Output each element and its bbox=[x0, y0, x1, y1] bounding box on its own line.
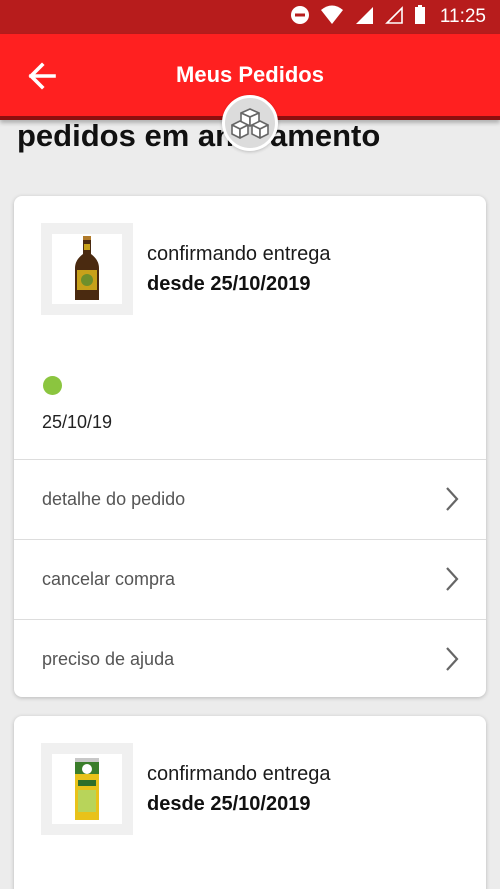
need-help-label: preciso de ajuda bbox=[42, 649, 175, 669]
progress-step-dot bbox=[43, 376, 62, 395]
signal-empty-icon bbox=[384, 5, 404, 30]
need-help-row[interactable]: preciso de ajuda bbox=[14, 619, 486, 697]
cancel-purchase-row[interactable]: cancelar compra bbox=[14, 539, 486, 619]
order-since: desde 25/10/2019 bbox=[147, 273, 311, 295]
boxes-badge bbox=[222, 95, 278, 151]
order-since: desde 25/10/2019 bbox=[147, 793, 311, 815]
order-status: confirmando entrega bbox=[147, 763, 331, 785]
order-card: confirmando entrega desde 25/10/2019 25/… bbox=[14, 196, 486, 697]
order-status: confirmando entrega bbox=[147, 243, 331, 265]
product-thumbnail-frame bbox=[52, 754, 122, 824]
status-bar: 11:25 bbox=[0, 0, 500, 34]
status-time: 11:25 bbox=[439, 6, 486, 27]
product-thumbnail-frame bbox=[52, 234, 122, 304]
order-card: confirmando entrega desde 25/10/2019 bbox=[14, 716, 486, 889]
section-title-end: amento bbox=[270, 118, 381, 153]
boxes-icon bbox=[231, 108, 269, 139]
chips-can-icon bbox=[75, 758, 99, 820]
product-thumbnail[interactable] bbox=[41, 223, 133, 315]
order-details-label: detalhe do pedido bbox=[42, 489, 186, 509]
do-not-disturb-icon bbox=[290, 5, 310, 30]
chevron-right-icon bbox=[446, 647, 459, 671]
chevron-right-icon bbox=[446, 567, 459, 591]
chevron-right-icon bbox=[446, 487, 459, 511]
beer-bottle-icon bbox=[75, 236, 99, 300]
page-title: Meus Pedidos bbox=[176, 62, 324, 87]
section-title-start: pedidos em an bbox=[17, 118, 235, 153]
signal-icon bbox=[354, 5, 374, 30]
status-icons: 11:25 bbox=[290, 0, 486, 34]
order-details-row[interactable]: detalhe do pedido bbox=[14, 459, 486, 539]
product-thumbnail[interactable] bbox=[41, 743, 133, 835]
section-title: pedidos em an amento bbox=[17, 118, 380, 154]
progress-step-date: 25/10/19 bbox=[42, 412, 113, 432]
wifi-icon bbox=[320, 5, 344, 30]
battery-icon bbox=[414, 4, 426, 30]
cancel-purchase-label: cancelar compra bbox=[42, 569, 176, 589]
